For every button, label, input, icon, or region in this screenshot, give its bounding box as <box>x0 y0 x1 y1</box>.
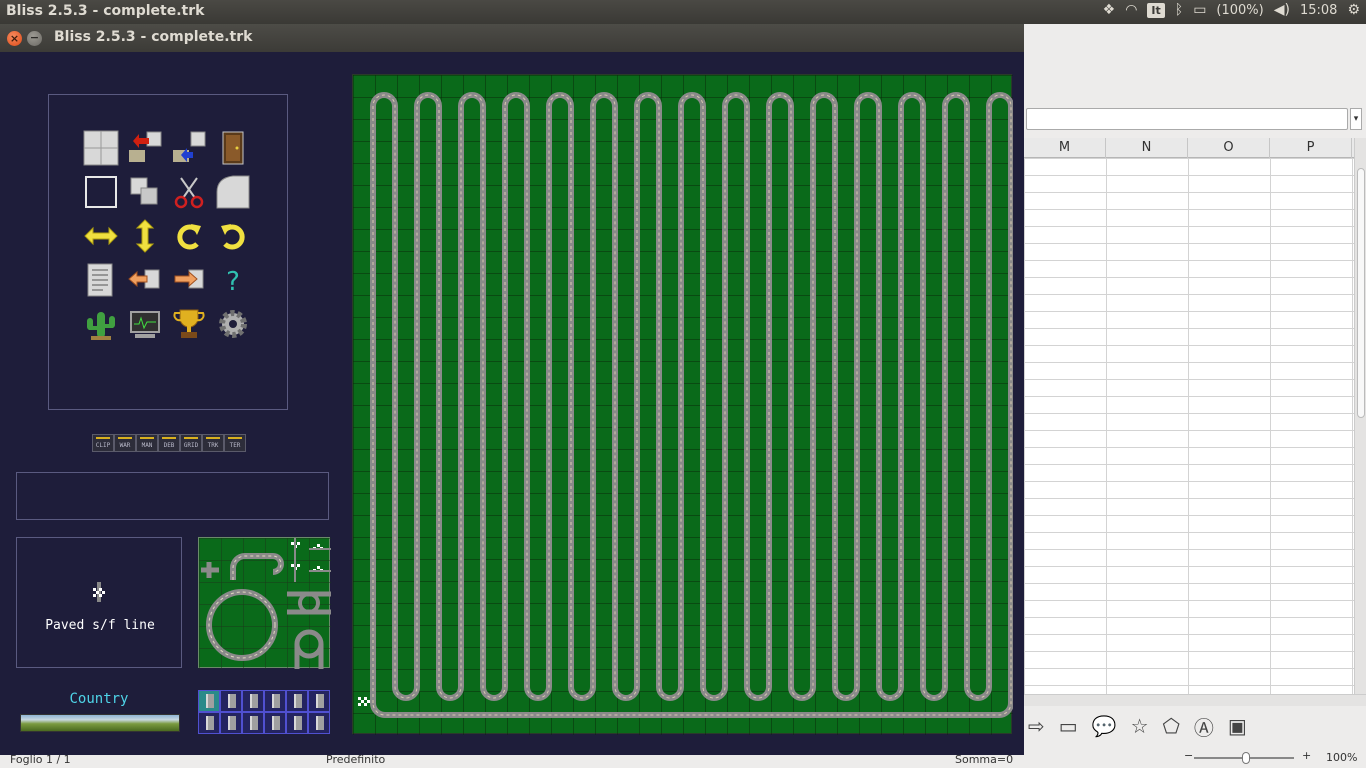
tile-set-8[interactable] <box>220 712 242 734</box>
image-icon[interactable]: ▣ <box>1228 714 1247 738</box>
spreadsheet-toolbar <box>1024 24 1366 104</box>
minimize-button[interactable]: − <box>27 31 42 46</box>
tile-set-1[interactable] <box>198 690 220 712</box>
selected-piece-preview: Paved s/f line <box>16 537 182 668</box>
fontwork-icon[interactable]: Ⓐ <box>1194 712 1214 741</box>
window-title: Bliss 2.5.3 - complete.trk <box>54 29 253 45</box>
mode-button-man[interactable]: MAN <box>136 434 158 452</box>
save-track-icon[interactable] <box>171 130 207 166</box>
arrow-shape-icon[interactable]: ⇨ <box>1028 714 1045 738</box>
zoom-out-button[interactable]: − <box>1184 749 1193 762</box>
tile-set-11[interactable] <box>286 712 308 734</box>
horizontal-scrollbar[interactable] <box>1024 694 1366 706</box>
tile-set-10[interactable] <box>264 712 286 734</box>
mode-button-war[interactable]: WAR <box>114 434 136 452</box>
scissors-icon[interactable] <box>171 174 207 210</box>
gear-settings-icon[interactable] <box>215 306 251 342</box>
import-icon[interactable] <box>127 262 163 298</box>
exit-door-icon[interactable] <box>215 130 251 166</box>
star-shape-icon[interactable]: ☆ <box>1131 714 1149 738</box>
bliss-window: × − Bliss 2.5.3 - complete.trk ? CLIP WA… <box>0 24 1024 755</box>
flip-vertical-icon[interactable] <box>127 218 163 254</box>
clock[interactable]: 15:08 <box>1300 3 1337 18</box>
spreadsheet-status-left: Foglio 1 / 1 Predefinito Somma=0 <box>0 753 1024 768</box>
tile-set-6[interactable] <box>308 690 330 712</box>
track-board[interactable] <box>352 74 1013 735</box>
wifi-icon[interactable]: ◠ <box>1125 2 1137 18</box>
zoom-in-button[interactable]: + <box>1302 749 1311 762</box>
window-titlebar[interactable]: × − Bliss 2.5.3 - complete.trk <box>0 24 1024 52</box>
vertical-scrollbar[interactable] <box>1354 138 1366 694</box>
tile-set-2[interactable] <box>220 690 242 712</box>
column-header-m[interactable]: M <box>1024 138 1106 158</box>
mode-button-trk[interactable]: TRK <box>202 434 224 452</box>
svg-text:?: ? <box>226 267 240 297</box>
tile-set-selector <box>198 690 330 734</box>
selected-piece-name: Paved s/f line <box>45 618 155 633</box>
volume-icon[interactable]: ◀) <box>1274 2 1290 18</box>
spreadsheet-window: ▾ M N O P ⇨ ▭ 💬 ☆ ⬠ Ⓐ ▣ − + 100% <box>1024 24 1366 768</box>
rotate-clockwise-icon[interactable] <box>171 218 207 254</box>
tool-palette: ? <box>48 94 288 410</box>
zoom-slider-thumb[interactable] <box>1242 752 1250 764</box>
points-icon[interactable]: ⬠ <box>1163 714 1180 738</box>
mode-button-ter[interactable]: TER <box>224 434 246 452</box>
scenery-preview[interactable] <box>20 714 180 732</box>
mode-button-deb[interactable]: DEB <box>158 434 180 452</box>
track-piece-picker[interactable] <box>198 537 331 669</box>
tile-set-4[interactable] <box>264 690 286 712</box>
tile-set-12[interactable] <box>308 712 330 734</box>
export-icon[interactable] <box>171 262 207 298</box>
column-header-n[interactable]: N <box>1106 138 1188 158</box>
column-header-o[interactable]: O <box>1188 138 1270 158</box>
cell-grid[interactable] <box>1024 158 1354 694</box>
spreadsheet-status-bar: − + 100% <box>1024 748 1366 768</box>
trophy-icon[interactable] <box>171 306 207 342</box>
message-box <box>16 472 329 520</box>
zoom-level[interactable]: 100% <box>1326 751 1357 764</box>
bluetooth-icon[interactable]: ᛒ <box>1175 2 1183 18</box>
battery-icon[interactable]: ▭ <box>1193 2 1206 18</box>
tile-set-7[interactable] <box>198 712 220 734</box>
formula-expand-button[interactable]: ▾ <box>1350 108 1362 130</box>
monitor-icon[interactable] <box>127 306 163 342</box>
new-track-icon[interactable] <box>83 130 119 166</box>
flip-horizontal-icon[interactable] <box>83 218 119 254</box>
rectangle-shape-icon[interactable]: ▭ <box>1059 714 1078 738</box>
system-top-panel: Bliss 2.5.3 - complete.trk ❖ ◠ It ᛒ ▭ (1… <box>0 0 1366 24</box>
callout-shape-icon[interactable]: 💬 <box>1092 714 1117 738</box>
formula-input[interactable] <box>1026 108 1348 130</box>
keyboard-layout-indicator[interactable]: It <box>1147 2 1165 18</box>
track-info-icon[interactable] <box>83 262 119 298</box>
load-track-icon[interactable] <box>127 130 163 166</box>
active-app-title: Bliss 2.5.3 - complete.trk <box>6 3 205 19</box>
dropbox-icon[interactable]: ❖ <box>1103 2 1116 18</box>
column-header-p[interactable]: P <box>1270 138 1352 158</box>
tile-set-3[interactable] <box>242 690 264 712</box>
scrollbar-thumb[interactable] <box>1357 168 1365 418</box>
cactus-scenery-icon[interactable] <box>83 306 119 342</box>
paste-icon[interactable] <box>215 174 251 210</box>
start-finish-line-icon <box>93 582 105 602</box>
mode-button-row: CLIP WAR MAN DEB GRID TRK TER <box>92 434 246 452</box>
battery-percent[interactable]: (100%) <box>1216 3 1263 18</box>
rotate-counterclockwise-icon[interactable] <box>215 218 251 254</box>
mode-button-clip[interactable]: CLIP <box>92 434 114 452</box>
track-canvas[interactable] <box>353 75 1013 735</box>
scenery-name: Country <box>69 691 129 707</box>
copy-icon[interactable] <box>127 174 163 210</box>
drawing-toolbar: ⇨ ▭ 💬 ☆ ⬠ Ⓐ ▣ <box>1024 708 1366 744</box>
close-button[interactable]: × <box>7 31 22 46</box>
mode-button-grid[interactable]: GRID <box>180 434 202 452</box>
column-headers: M N O P <box>1024 138 1354 158</box>
tile-set-9[interactable] <box>242 712 264 734</box>
select-rectangle-icon[interactable] <box>83 174 119 210</box>
help-icon[interactable]: ? <box>215 262 251 298</box>
indicator-area: ❖ ◠ It ᛒ ▭ (100%) ◀) 15:08 ⚙ <box>1103 2 1360 18</box>
tile-set-5[interactable] <box>286 690 308 712</box>
gear-icon[interactable]: ⚙ <box>1347 2 1360 18</box>
